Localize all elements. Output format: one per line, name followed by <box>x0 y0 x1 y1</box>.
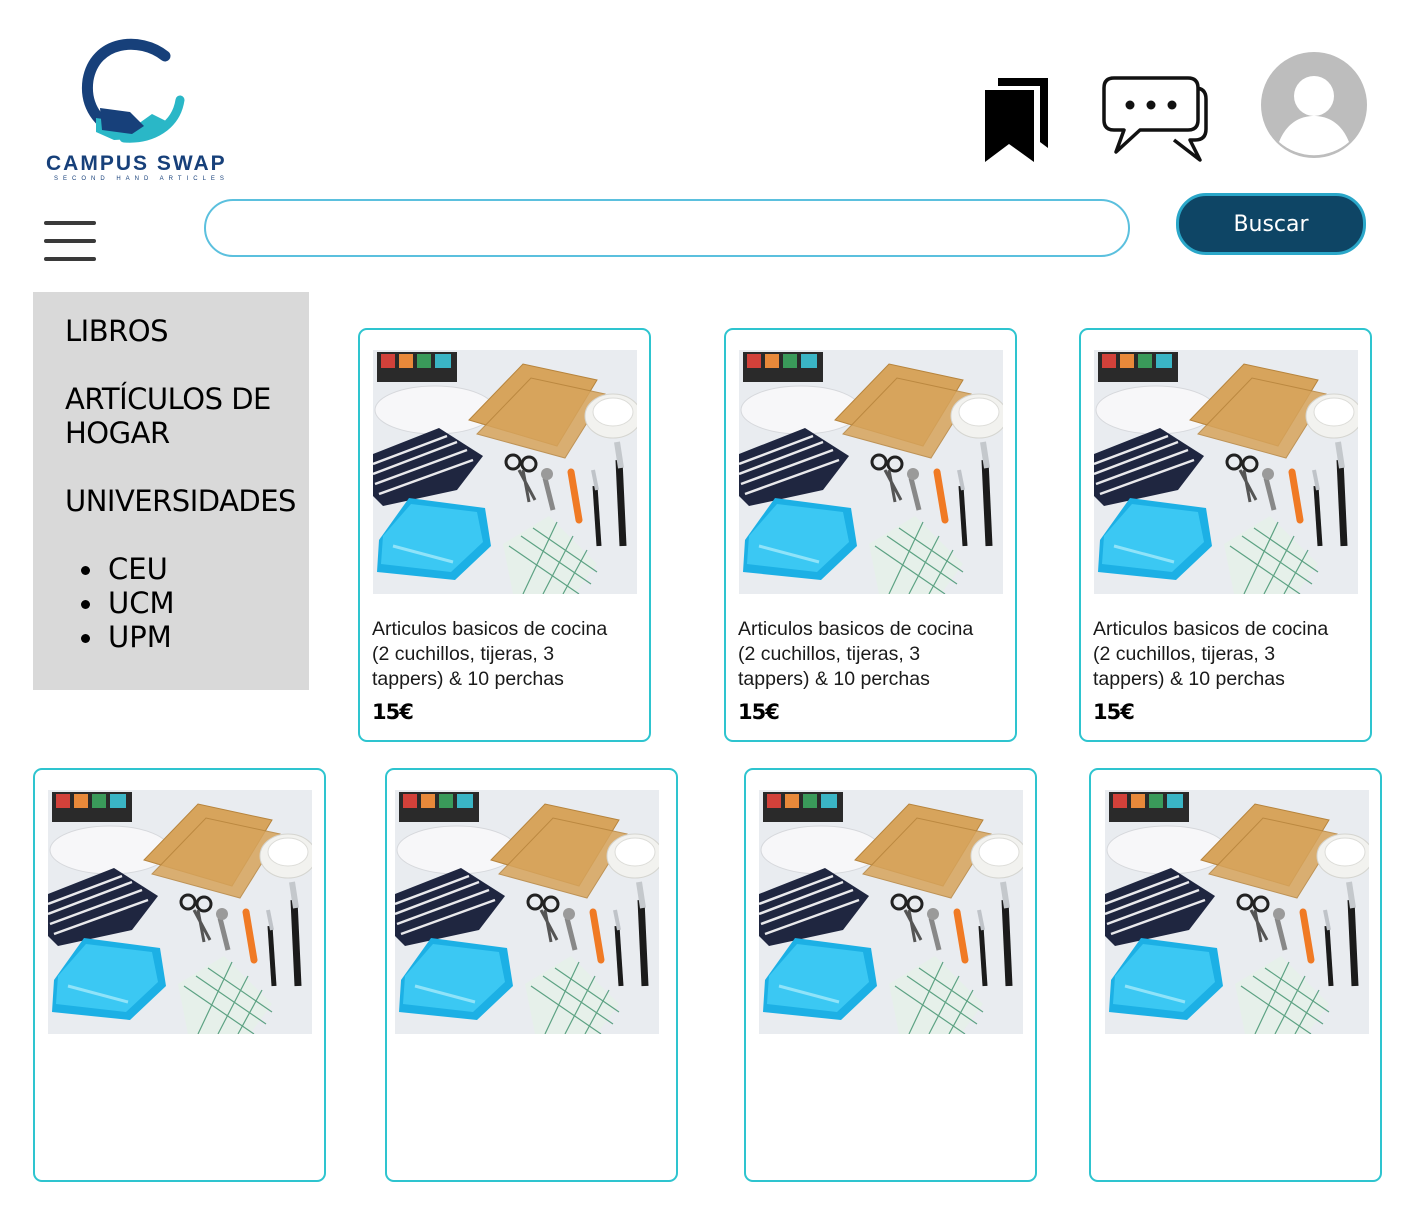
sidebar-item-articulos-de-hogar-line2[interactable]: HOGAR <box>65 416 170 450</box>
product-card[interactable] <box>1089 768 1382 1182</box>
logo-mark-icon <box>81 38 185 143</box>
search-button[interactable]: Buscar <box>1176 193 1366 255</box>
product-card[interactable]: Articulos basicos de cocina (2 cuchillos… <box>1079 328 1372 742</box>
product-title: Articulos basicos de cocina (2 cuchillos… <box>372 618 608 690</box>
sidebar-item-upm[interactable]: UPM <box>81 620 172 654</box>
chat-icon <box>1102 76 1208 162</box>
profile-avatar[interactable] <box>1261 52 1367 158</box>
product-photo <box>1105 790 1369 1034</box>
hamburger-line <box>44 239 96 243</box>
sidebar-item-ucm[interactable]: UCM <box>81 586 175 620</box>
hamburger-line <box>44 257 96 261</box>
brand-logo[interactable]: CAMPUS SWAP SECOND HAND ARTICLES <box>40 38 230 188</box>
messages-button[interactable] <box>1100 74 1212 166</box>
product-card[interactable]: Articulos basicos de cocina (2 cuchillos… <box>724 328 1017 742</box>
product-card[interactable] <box>33 768 326 1182</box>
product-photo <box>373 350 637 594</box>
university-label: UPM <box>108 620 172 654</box>
category-sidebar: LIBROS ARTÍCULOS DE HOGAR UNIVERSIDADES … <box>33 292 309 690</box>
product-price: 15€ <box>738 700 780 724</box>
product-card[interactable]: Articulos basicos de cocina (2 cuchillos… <box>358 328 651 742</box>
product-photo <box>1094 350 1358 594</box>
product-card[interactable] <box>385 768 678 1182</box>
bookmarks-button[interactable] <box>982 76 1052 166</box>
bookmarks-icon <box>985 78 1048 162</box>
profile-avatar-icon <box>1261 52 1367 158</box>
product-photo <box>739 350 1003 594</box>
university-label: UCM <box>108 586 175 620</box>
product-price: 15€ <box>372 700 414 724</box>
sidebar-item-ceu[interactable]: CEU <box>81 552 168 586</box>
product-card[interactable] <box>744 768 1037 1182</box>
hamburger-line <box>44 221 96 225</box>
menu-button[interactable] <box>44 218 98 264</box>
product-title: Articulos basicos de cocina (2 cuchillos… <box>1093 618 1329 690</box>
brand-name: CAMPUS SWAP <box>46 152 227 175</box>
sidebar-item-articulos-de-hogar[interactable]: ARTÍCULOS DE <box>65 382 271 416</box>
search-input[interactable] <box>204 199 1130 257</box>
brand-tagline: SECOND HAND ARTICLES <box>54 176 229 182</box>
product-price: 15€ <box>1093 700 1135 724</box>
sidebar-item-libros[interactable]: LIBROS <box>65 314 169 348</box>
university-label: CEU <box>108 552 168 586</box>
product-photo <box>395 790 659 1034</box>
sidebar-item-universidades[interactable]: UNIVERSIDADES <box>65 484 296 518</box>
product-title: Articulos basicos de cocina (2 cuchillos… <box>738 618 974 690</box>
product-photo <box>48 790 312 1034</box>
product-photo <box>759 790 1023 1034</box>
